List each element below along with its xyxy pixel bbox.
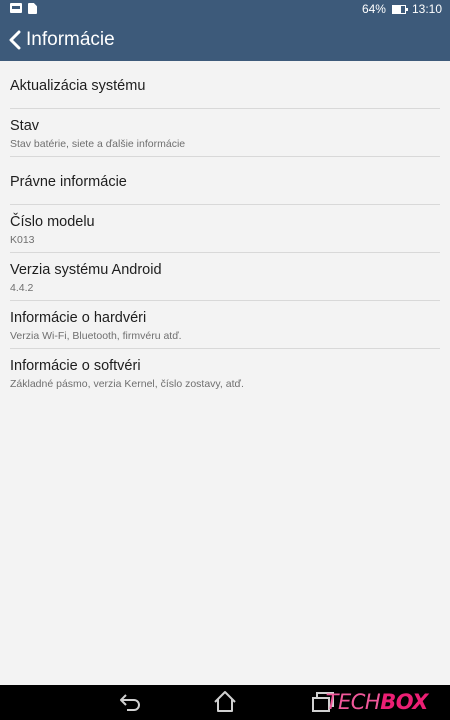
battery-percentage: 64% [361, 2, 386, 16]
list-item-hardware-info[interactable]: Informácie o hardvéri Verzia Wi-Fi, Blue… [10, 301, 440, 349]
list-item-subtitle: Stav batérie, siete a ďalšie informácie [10, 138, 186, 150]
image-notification-icon [10, 3, 22, 13]
list-item-subtitle: K013 [10, 234, 35, 246]
status-bar: 64% 13:10 [0, 0, 450, 19]
home-icon[interactable] [212, 689, 238, 715]
system-status: 64% 13:10 [362, 2, 442, 17]
clock: 13:10 [411, 2, 442, 16]
list-item-android-version[interactable]: Verzia systému Android 4.4.2 [10, 253, 440, 301]
list-item-system-update[interactable]: Aktualizácia systému [10, 61, 440, 109]
navigation-bar: TECHBOX [0, 685, 450, 720]
battery-icon [391, 5, 408, 14]
back-button[interactable]: Informácie [8, 19, 115, 61]
list-item-status[interactable]: Stav Stav batérie, siete a ďalšie inform… [10, 109, 440, 157]
list-item-title: Číslo modelu [10, 214, 95, 230]
chevron-left-icon [9, 30, 21, 50]
techbox-watermark: TECHBOX [325, 690, 429, 714]
list-item-subtitle: 4.4.2 [10, 282, 34, 294]
back-icon[interactable] [117, 689, 143, 715]
list-item-legal-info[interactable]: Právne informácie [10, 157, 440, 205]
list-item-title: Verzia systému Android [10, 262, 162, 278]
notification-area [10, 3, 37, 14]
list-item-subtitle: Základné pásmo, verzia Kernel, číslo zos… [10, 378, 244, 390]
list-item-title: Aktualizácia systému [10, 78, 146, 94]
settings-list: Aktualizácia systému Stav Stav batérie, … [0, 61, 450, 397]
list-item-title: Stav [10, 118, 40, 134]
list-item-title: Informácie o softvéri [10, 358, 141, 374]
action-bar: Informácie [0, 19, 450, 61]
list-item-title: Informácie o hardvéri [10, 310, 147, 326]
list-item-subtitle: Verzia Wi-Fi, Bluetooth, firmvéru atď. [10, 330, 182, 342]
list-item-title: Právne informácie [10, 174, 127, 190]
list-item-software-info[interactable]: Informácie o softvéri Základné pásmo, ve… [10, 349, 440, 397]
page-title: Informácie [26, 29, 115, 50]
document-notification-icon [28, 3, 37, 14]
settings-screen: 64% 13:10 Informácie Aktualizácia systém… [0, 0, 450, 720]
list-item-model-number[interactable]: Číslo modelu K013 [10, 205, 440, 253]
